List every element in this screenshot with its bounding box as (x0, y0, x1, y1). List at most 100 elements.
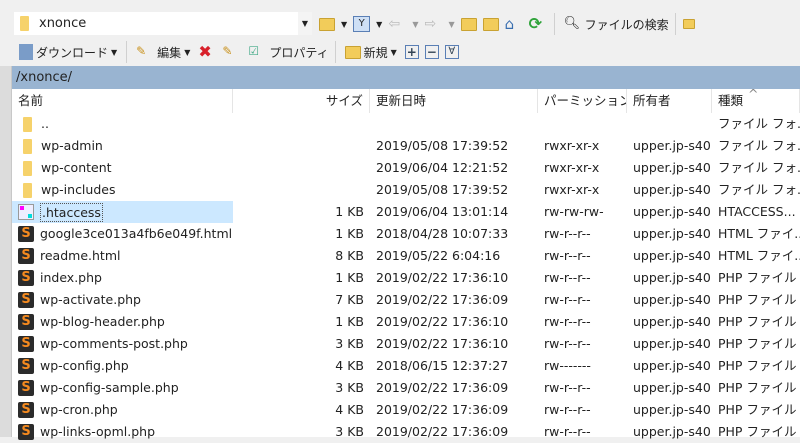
forward-icon[interactable]: ⇨ (424, 16, 442, 32)
file-row[interactable]: Sindex.php 1 KB 2019/02/22 17:36:10 rw-r… (12, 267, 800, 289)
back-icon[interactable]: ⇦ (388, 16, 406, 32)
file-size: 3 KB (335, 336, 364, 351)
file-row[interactable]: .htaccess 1 KB 2019/06/04 13:01:14 rw-rw… (12, 201, 800, 223)
file-row[interactable]: Swp-config-sample.php 3 KB 2019/02/22 17… (12, 377, 800, 399)
rename-icon[interactable]: ✎ (222, 44, 240, 60)
new-button[interactable]: 新規 ▼ (340, 44, 402, 61)
file-modified: 2019/02/22 17:36:10 (376, 314, 509, 329)
file-name-cell: wp-includes (12, 179, 233, 201)
parent-dir-icon[interactable] (460, 17, 477, 31)
download-button[interactable]: ダウンロード ▼ (14, 44, 122, 61)
file-size: 1 KB (335, 226, 364, 241)
file-permissions: rw-r--r-- (544, 270, 591, 285)
download-icon (19, 44, 33, 60)
chevron-down-icon[interactable]: ▼ (376, 20, 382, 29)
sublime-file-icon: S (18, 402, 34, 418)
delete-icon[interactable]: ✖ (198, 44, 216, 60)
current-path: /xnonce/ (12, 66, 800, 89)
file-modified: 2019/06/04 13:01:14 (376, 204, 509, 219)
file-row[interactable]: Swp-activate.php 7 KB 2019/02/22 17:36:0… (12, 289, 800, 311)
location-value: xnonce (39, 16, 87, 31)
tree-icon[interactable] (682, 19, 695, 29)
file-row[interactable]: Swp-links-opml.php 3 KB 2019/02/22 17:36… (12, 421, 800, 443)
separator (334, 41, 336, 63)
column-header-permissions[interactable]: パーミッション (538, 89, 627, 113)
file-size: 7 KB (335, 292, 364, 307)
file-row[interactable]: Swp-comments-post.php 3 KB 2019/02/22 17… (12, 333, 800, 355)
file-permissions: rw-r--r-- (544, 336, 591, 351)
filter-icon[interactable]: Y (353, 16, 371, 32)
separator (674, 13, 676, 35)
file-name-cell: Swp-config-sample.php (12, 377, 233, 399)
minus-icon[interactable]: − (424, 45, 439, 59)
file-modified: 2019/02/22 17:36:09 (376, 424, 509, 439)
file-name: wp-links-opml.php (40, 424, 156, 439)
select-all-icon[interactable]: ∀ (444, 45, 459, 59)
file-type: HTML ファイ... (718, 226, 800, 241)
file-type: ファイル フォ... (718, 160, 800, 175)
file-name: wp-config.php (40, 358, 129, 373)
search-icon: 🔍︎ (563, 16, 581, 31)
file-row[interactable]: Sgoogle3ce013a4fb6e049f.html 1 KB 2018/0… (12, 223, 800, 245)
column-type-label: 種類 (718, 93, 744, 108)
sublime-file-icon: S (18, 358, 34, 374)
column-header-owner[interactable]: 所有者 (627, 89, 712, 113)
file-row[interactable]: Swp-blog-header.php 1 KB 2019/02/22 17:3… (12, 311, 800, 333)
folder-icon (23, 138, 32, 154)
plus-icon[interactable]: + (404, 45, 419, 59)
file-type: ファイル フォ... (718, 182, 800, 197)
file-row[interactable]: Sreadme.html 8 KB 2019/05/22 6:04:16 rw-… (12, 245, 800, 267)
home-icon[interactable]: ⌂ (505, 16, 523, 32)
column-headers: 名前 サイズ 更新日時 パーミッション 所有者 種類 ^ (12, 89, 800, 113)
chevron-down-icon[interactable]: ▼ (341, 20, 347, 29)
file-size: 4 KB (335, 402, 364, 417)
file-row[interactable]: Swp-config.php 4 KB 2018/06/15 12:37:27 … (12, 355, 800, 377)
file-permissions: rw-r--r-- (544, 424, 591, 439)
file-modified: 2018/04/28 10:07:33 (376, 226, 509, 241)
column-header-type[interactable]: 種類 ^ (712, 89, 800, 113)
file-modified: 2019/02/22 17:36:09 (376, 292, 509, 307)
properties-button[interactable]: ☑ プロパティ (243, 44, 330, 61)
file-name: wp-cron.php (40, 402, 118, 417)
chevron-down-icon[interactable]: ▼ (111, 48, 117, 57)
file-row[interactable]: wp-includes 2019/05/08 17:39:52 rwxr-xr-… (12, 179, 800, 201)
file-name: .. (41, 116, 49, 131)
root-dir-icon[interactable] (482, 17, 499, 31)
file-owner: upper.jp-s40 (633, 380, 711, 395)
column-header-modified[interactable]: 更新日時 (370, 89, 538, 113)
file-type: PHP ファイル (718, 270, 797, 285)
file-row[interactable]: wp-admin 2019/05/08 17:39:52 rwxr-xr-x u… (12, 135, 800, 157)
location-combo[interactable]: xnonce ▼ (14, 12, 312, 35)
file-size (233, 113, 370, 135)
chevron-down-icon[interactable]: ▼ (391, 48, 397, 57)
file-name-cell: Swp-links-opml.php (12, 421, 233, 443)
separator (126, 41, 128, 63)
refresh-icon[interactable]: ⟳ (529, 16, 547, 32)
file-row[interactable]: .. ファイル フォ... (12, 113, 800, 135)
file-size (233, 157, 370, 179)
file-row[interactable]: Swp-cron.php 4 KB 2019/02/22 17:36:09 rw… (12, 399, 800, 421)
file-type: PHP ファイル (718, 292, 797, 307)
file-owner: upper.jp-s40 (633, 336, 711, 351)
file-type: PHP ファイル (718, 314, 797, 329)
column-header-name[interactable]: 名前 (12, 89, 233, 113)
file-owner: upper.jp-s40 (633, 424, 711, 439)
chevron-down-icon[interactable]: ▼ (298, 12, 312, 35)
sublime-file-icon: S (18, 248, 34, 264)
chevron-down-icon[interactable]: ▼ (184, 48, 190, 57)
file-row[interactable]: wp-content 2019/06/04 12:21:52 rwxr-xr-x… (12, 157, 800, 179)
chevron-down-icon[interactable]: ▼ (412, 20, 418, 29)
file-modified: 2019/02/22 17:36:10 (376, 336, 509, 351)
edit-button[interactable]: ✎ 編集 ▼ (131, 44, 195, 61)
file-name-cell: .htaccess (12, 201, 233, 223)
sublime-file-icon: S (18, 314, 34, 330)
file-type: ファイル フォ... (718, 116, 800, 131)
file-size: 3 KB (335, 424, 364, 439)
column-header-size[interactable]: サイズ (233, 89, 370, 113)
sublime-file-icon: S (18, 336, 34, 352)
find-files-button[interactable]: 🔍︎ ファイルの検索 (559, 16, 671, 33)
file-list[interactable]: 名前 サイズ 更新日時 パーミッション 所有者 種類 ^ .. ファイル フォ..… (12, 89, 800, 440)
chevron-down-icon[interactable]: ▼ (448, 20, 454, 29)
sublime-file-icon: S (18, 292, 34, 308)
open-folder-icon[interactable] (319, 17, 335, 31)
